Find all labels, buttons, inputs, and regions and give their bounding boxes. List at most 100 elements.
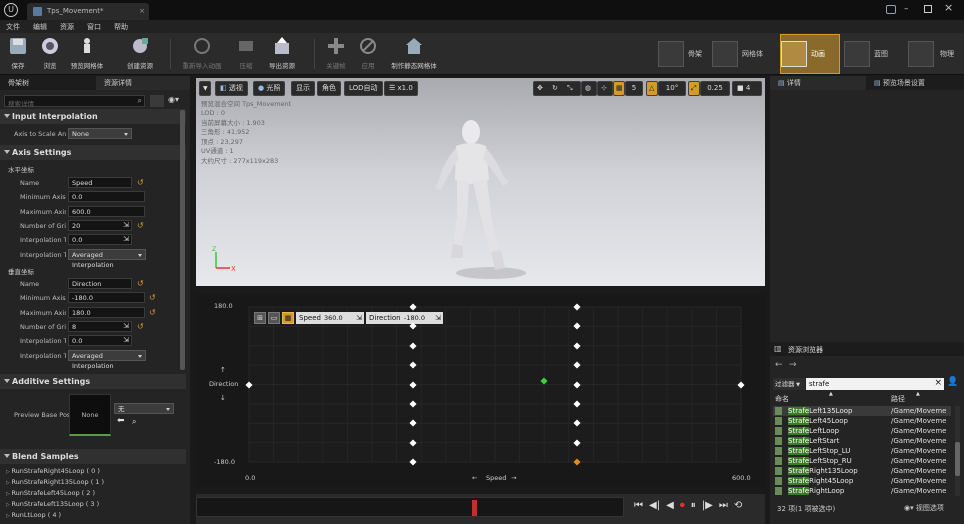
axis-settings-header[interactable]: Axis Settings	[0, 145, 186, 160]
mode-skeleton[interactable]: 骨架	[658, 34, 710, 74]
menu-edit[interactable]: 编辑	[33, 22, 47, 32]
surface-snap-toggle[interactable]: ⊹	[597, 81, 613, 96]
tab-details[interactable]: ▤ 详情	[770, 76, 866, 90]
grid-snap-toggle[interactable]: ▦	[613, 81, 625, 96]
translate-icon[interactable]: ✥	[537, 82, 543, 95]
filter-dropdown[interactable]: 过滤器 ▼	[773, 378, 805, 390]
asset-row[interactable]: StrafeRight135Loop/Game/Moveme	[773, 466, 951, 476]
asset-row[interactable]: StrafeLeftLoop/Game/Moveme	[773, 426, 951, 436]
close-tab-icon[interactable]: ×	[139, 3, 145, 20]
create-asset-button[interactable]: 创建资源	[120, 35, 160, 73]
viewport-options-button[interactable]: ▼	[199, 81, 211, 96]
asset-search-input[interactable]: strafe ×	[806, 378, 944, 390]
maximize-button[interactable]	[924, 5, 932, 13]
minimize-button[interactable]: –	[904, 4, 918, 14]
v-max-reset-icon[interactable]: ↺	[149, 308, 156, 317]
asset-row[interactable]: StrafeLeftStop_RU/Game/Moveme	[773, 456, 951, 466]
preview-base-pose-thumbnail[interactable]: None	[69, 394, 111, 436]
v-grid-spinbox[interactable]: 8 ⇲	[68, 321, 132, 332]
document-tab[interactable]: Tps_Movement* ×	[27, 3, 149, 20]
rotate-icon[interactable]: ↻	[552, 82, 558, 95]
blend-sample-item[interactable]: RunLtLoop ( 4 )	[6, 511, 61, 519]
make-static-mesh-button[interactable]: 制作静态网格体	[384, 35, 444, 73]
h-name-input[interactable]: Speed	[68, 177, 132, 188]
feedback-icon[interactable]	[886, 5, 896, 14]
tab-preview-scene-settings[interactable]: ▤ 预览场景设置	[866, 76, 964, 90]
column-name-header[interactable]: 命名	[775, 394, 789, 404]
column-path-header[interactable]: 路径	[891, 394, 905, 404]
grid-snap-value[interactable]: 5	[625, 81, 643, 96]
asset-row[interactable]: StrafeLeftStop_LU/Game/Moveme	[773, 446, 951, 456]
keyframe-button[interactable]: 关键帧	[318, 35, 354, 73]
menu-file[interactable]: 文件	[6, 22, 20, 32]
camera-speed-button[interactable]: ■ 4	[732, 81, 762, 96]
v-min-reset-icon[interactable]: ↺	[149, 293, 156, 302]
mode-animation[interactable]: 动画	[780, 34, 840, 74]
angle-snap-value[interactable]: 10°	[658, 81, 686, 96]
content-browser-tab[interactable]: ▥ 资源浏览器	[770, 342, 964, 356]
v-min-input[interactable]: -180.0	[68, 292, 145, 303]
mode-mesh[interactable]: 网格体	[712, 34, 774, 74]
menu-window[interactable]: 窗口	[87, 22, 101, 32]
blend-sample-item[interactable]: RunStrafeLeft45Loop ( 2 )	[6, 489, 95, 497]
asset-row[interactable]: StrafeRight45Loop/Game/Moveme	[773, 476, 951, 486]
v-interp-type-dropdown[interactable]: Averaged Interpolation	[68, 350, 146, 370]
pause-icon[interactable]: ⏸	[691, 500, 696, 511]
input-interpolation-header[interactable]: Input Interpolation	[0, 109, 186, 124]
menu-help[interactable]: 帮助	[114, 22, 128, 32]
h-name-reset-icon[interactable]: ↺	[137, 178, 144, 187]
save-button[interactable]: 保存	[0, 35, 36, 73]
toggle-triangulation-icon[interactable]: ▩	[282, 312, 294, 324]
v-name-input[interactable]: Direction	[68, 278, 132, 289]
grid-view-icon[interactable]	[150, 95, 164, 107]
blend-space-graph[interactable]: 180.0 -180.0 Direction ↑ ↓ 0.0 600.0 ← S…	[196, 294, 765, 487]
blend-sample-item[interactable]: RunStrafeLeft135Loop ( 3 )	[6, 500, 99, 508]
preview-viewport[interactable]: ▼ ◧ 透视 ● 光照 显示 角色 LOD自动 ☰ x1.0 ✥ ↻ ⤡ ◍ ⊹…	[196, 78, 765, 286]
lod-button[interactable]: LOD自动	[344, 81, 383, 96]
angle-snap-toggle[interactable]: △	[646, 81, 658, 96]
tab-asset-details[interactable]: 资源详情	[96, 76, 190, 90]
toggle-tooltip-icon[interactable]: ▭	[268, 312, 280, 324]
export-asset-button[interactable]: 导出资源	[264, 35, 300, 73]
character-button[interactable]: 角色	[317, 81, 341, 96]
asset-row[interactable]: StrafeLeft45Loop/Game/Moveme	[773, 416, 951, 426]
additive-settings-header[interactable]: Additive Settings	[0, 374, 186, 389]
blend-sample-item[interactable]: RunStrafeRight135Loop ( 1 )	[6, 478, 104, 486]
asset-row[interactable]: StrafeLeftStart/Game/Moveme	[773, 436, 951, 446]
playhead-marker[interactable]	[472, 500, 477, 516]
timeline-scrubber[interactable]	[196, 497, 624, 517]
blend-sample-item[interactable]: RunStrafeRight45Loop ( 0 )	[6, 467, 99, 475]
h-grid-reset-icon[interactable]: ↺	[137, 221, 144, 230]
skip-to-start-icon[interactable]: ⏮	[634, 500, 643, 511]
scale-snap-value[interactable]: 0.25	[700, 81, 730, 96]
v-name-reset-icon[interactable]: ↺	[137, 279, 144, 288]
apply-button[interactable]: 应用	[350, 35, 386, 73]
h-min-input[interactable]: 0.0	[68, 191, 145, 202]
h-interp-type-dropdown[interactable]: Averaged Interpolation	[68, 249, 146, 269]
record-icon[interactable]: ⏺	[680, 500, 685, 511]
forward-arrow-icon[interactable]: →	[789, 360, 797, 370]
h-max-input[interactable]: 600.0	[68, 206, 145, 217]
skip-to-end-icon[interactable]: ⏭	[719, 500, 728, 511]
v-max-input[interactable]: 180.0	[68, 307, 145, 318]
playback-speed-button[interactable]: ☰ x1.0	[384, 81, 418, 96]
compress-button[interactable]: 压缩	[228, 35, 264, 73]
play-reverse-icon[interactable]: ◀	[666, 500, 674, 511]
mode-blueprint[interactable]: 蓝图	[844, 34, 904, 74]
eye-visibility-icon[interactable]: ◉▾	[168, 95, 179, 104]
show-button[interactable]: 显示	[291, 81, 315, 96]
lit-button[interactable]: ● 光照	[253, 81, 286, 96]
use-selected-arrow-icon[interactable]: ⬅	[117, 416, 125, 426]
world-local-toggle[interactable]: ◍	[581, 81, 597, 96]
asset-list-scrollbar[interactable]	[955, 406, 960, 496]
clear-search-icon[interactable]: ×	[934, 377, 942, 389]
direction-input[interactable]: Direction -180.0 ⇲	[366, 312, 443, 324]
transform-tools-group[interactable]: ✥ ↻ ⤡	[533, 81, 581, 96]
fit-view-icon[interactable]: ⊞	[254, 312, 266, 324]
details-scrollbar[interactable]	[180, 110, 185, 370]
blend-samples-header[interactable]: Blend Samples	[0, 449, 186, 464]
step-forward-icon[interactable]: |▶	[702, 500, 713, 511]
axis-to-scale-dropdown[interactable]: None	[68, 128, 132, 139]
asset-row[interactable]: StrafeRightLoop/Game/Moveme	[773, 486, 951, 496]
user-filter-icon[interactable]: 👤	[947, 377, 958, 387]
